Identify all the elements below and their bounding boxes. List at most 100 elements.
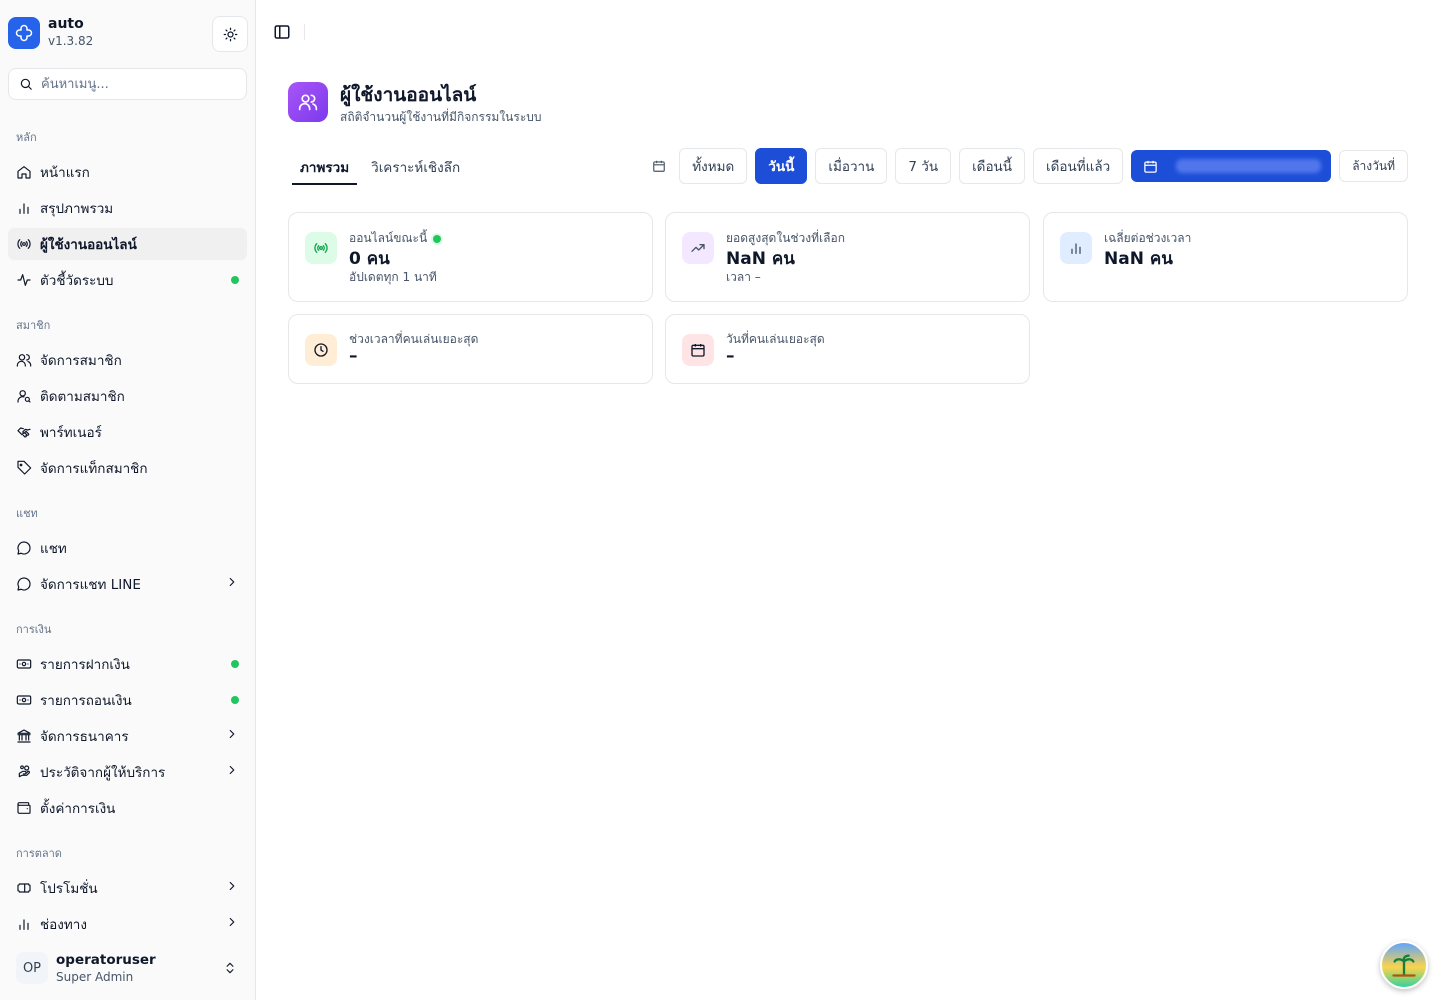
sidebar: auto v1.3.82 หลักหน้าแรกสรุปภาพรวมผู้ใช้… [0, 0, 256, 1000]
trending-up-icon [682, 232, 714, 264]
sidebar-item-label: จัดการแท็กสมาชิก [40, 461, 148, 477]
status-dot [231, 660, 239, 668]
clear-date-button[interactable]: ล้างวันที่ [1339, 150, 1408, 182]
nav-group-label: แชท [16, 507, 38, 520]
card-title: วันที่คนเล่นเยอะสุด [726, 332, 825, 346]
header-divider [304, 24, 305, 40]
date-range-value-redacted [1176, 159, 1322, 173]
nav-group-label: หลัก [16, 131, 37, 144]
activity-icon [16, 272, 32, 288]
wallet-icon [16, 800, 32, 816]
nav-group-label: การเงิน [16, 623, 52, 636]
chevron-right-icon [225, 575, 239, 593]
sidebar-item-label: หน้าแรก [40, 165, 90, 181]
page-title: ผู้ใช้งานออนไลน์ [340, 84, 477, 106]
status-dot [231, 696, 239, 704]
calendar-icon [1144, 160, 1157, 173]
menu-search[interactable] [8, 68, 247, 100]
banknote-icon [16, 692, 32, 708]
chevron-right-icon [225, 915, 239, 933]
panel-left-icon [274, 25, 290, 39]
sidebar-item[interactable]: จัดการแท็กสมาชิก [8, 452, 247, 484]
sidebar-item-label: จัดการสมาชิก [40, 353, 122, 369]
sidebar-item[interactable]: รายการถอนเงิน [8, 684, 247, 716]
sidebar-item-label: ผู้ใช้งานออนไลน์ [40, 237, 137, 253]
sidebar-item[interactable]: จัดการแชท LINE [8, 568, 247, 600]
card-value: – [349, 346, 358, 366]
theme-toggle-button[interactable] [212, 16, 248, 52]
search-icon [20, 78, 32, 90]
card-average: เฉลี่ยต่อช่วงเวลา NaN คน [1043, 212, 1408, 302]
filter-today-button[interactable]: วันนี้ [755, 148, 808, 184]
floating-avatar-button[interactable] [1380, 941, 1428, 989]
filter-7-days-button[interactable]: 7 วัน [895, 148, 952, 184]
sidebar-item[interactable]: สรุปภาพรวม [8, 192, 247, 224]
ticket-icon [16, 880, 32, 896]
sidebar-toggle-button[interactable] [272, 22, 292, 42]
page-subtitle: สถิติจำนวนผู้ใช้งานที่มีกิจกรรมในระบบ [340, 110, 542, 124]
tab-overview[interactable]: ภาพรวม [292, 146, 358, 185]
sidebar-item-label: สรุปภาพรวม [40, 201, 114, 217]
app-logo-icon[interactable] [8, 17, 40, 49]
sidebar-item-label: ประวัติจากผู้ให้บริการ [40, 765, 166, 781]
nav-group-label: การตลาด [16, 847, 62, 860]
card-peak: ยอดสูงสุดในช่วงที่เลือก NaN คน เวลา – [665, 212, 1030, 302]
sidebar-item[interactable]: ประวัติจากผู้ให้บริการ [8, 756, 247, 788]
island-icon [1392, 954, 1416, 977]
chevrons-up-down-icon [226, 962, 234, 974]
calendar-icon [682, 334, 714, 366]
radio-icon [305, 232, 337, 264]
sidebar-item[interactable]: จัดการธนาคาร [8, 720, 247, 752]
view-tabs: ภาพรวม วิเคราะห์เชิงลึก [292, 146, 474, 186]
filter-this-month-button[interactable]: เดือนนี้ [959, 148, 1026, 184]
users-icon [16, 352, 32, 368]
chevron-right-icon [225, 763, 239, 781]
user-role: Super Admin [56, 970, 134, 984]
hand-coins-icon [16, 764, 32, 780]
avatar: OP [16, 952, 48, 984]
nav-group-label: สมาชิก [16, 319, 51, 332]
page-header: ผู้ใช้งานออนไลน์ สถิติจำนวนผู้ใช้งานที่ม… [288, 82, 888, 126]
calendar-icon [651, 158, 667, 174]
sidebar-item[interactable]: พาร์ทเนอร์ [8, 416, 247, 448]
filter-yesterday-button[interactable]: เมื่อวาน [815, 148, 888, 184]
card-subtext: เวลา – [726, 270, 761, 284]
tag-icon [16, 460, 32, 476]
filter-last-month-button[interactable]: เดือนที่แล้ว [1033, 148, 1124, 184]
bar-chart-icon [16, 200, 32, 216]
filter-all-button[interactable]: ทั้งหมด [679, 148, 748, 184]
landmark-icon [16, 728, 32, 744]
sidebar-item-label: จัดการธนาคาร [40, 729, 129, 745]
sidebar-item-label: พาร์ทเนอร์ [40, 425, 102, 441]
live-status-dot [433, 234, 442, 243]
home-icon [16, 164, 32, 180]
date-range-picker[interactable] [1131, 150, 1332, 182]
sidebar-item-label: แชท [40, 541, 67, 557]
sidebar-item[interactable]: ช่องทาง [8, 908, 247, 940]
user-menu[interactable]: OP operatoruser Super Admin [8, 946, 247, 990]
radio-icon [16, 236, 32, 252]
bar-chart-icon [1060, 232, 1092, 264]
sidebar-item[interactable]: ผู้ใช้งานออนไลน์ [8, 228, 247, 260]
sidebar-item[interactable]: แชท [8, 532, 247, 564]
date-filters: ทั้งหมด วันนี้ เมื่อวาน 7 วัน เดือนนี้ เ… [651, 148, 1408, 184]
sidebar-item[interactable]: ตัวชี้วัดระบบ [8, 264, 247, 296]
sidebar-item[interactable]: ตั้งค่าการเงิน [8, 792, 247, 824]
app-name: auto [48, 16, 84, 32]
sidebar-item[interactable]: ติดตามสมาชิก [8, 380, 247, 412]
tab-deep-analysis[interactable]: วิเคราะห์เชิงลึก [363, 146, 468, 185]
sidebar-item[interactable]: หน้าแรก [8, 156, 247, 188]
sidebar-item[interactable]: จัดการสมาชิก [8, 344, 247, 376]
sidebar-item-label: รายการถอนเงิน [40, 693, 132, 709]
user-name: operatoruser [56, 952, 156, 968]
sidebar-item-label: ช่องทาง [40, 917, 87, 933]
sidebar-item-label: ตัวชี้วัดระบบ [40, 273, 114, 289]
search-input[interactable] [41, 76, 231, 92]
sidebar-item[interactable]: รายการฝากเงิน [8, 648, 247, 680]
banknote-icon [16, 656, 32, 672]
card-subtext: อัปเดตทุก 1 นาที [349, 270, 437, 284]
sidebar-item[interactable]: โปรโมชั่น [8, 872, 247, 904]
sidebar-item-label: โปรโมชั่น [40, 881, 98, 897]
handshake-icon [16, 424, 32, 440]
card-online-now: ออนไลน์ขณะนี้ 0 คน อัปเดตทุก 1 นาที [288, 212, 653, 302]
